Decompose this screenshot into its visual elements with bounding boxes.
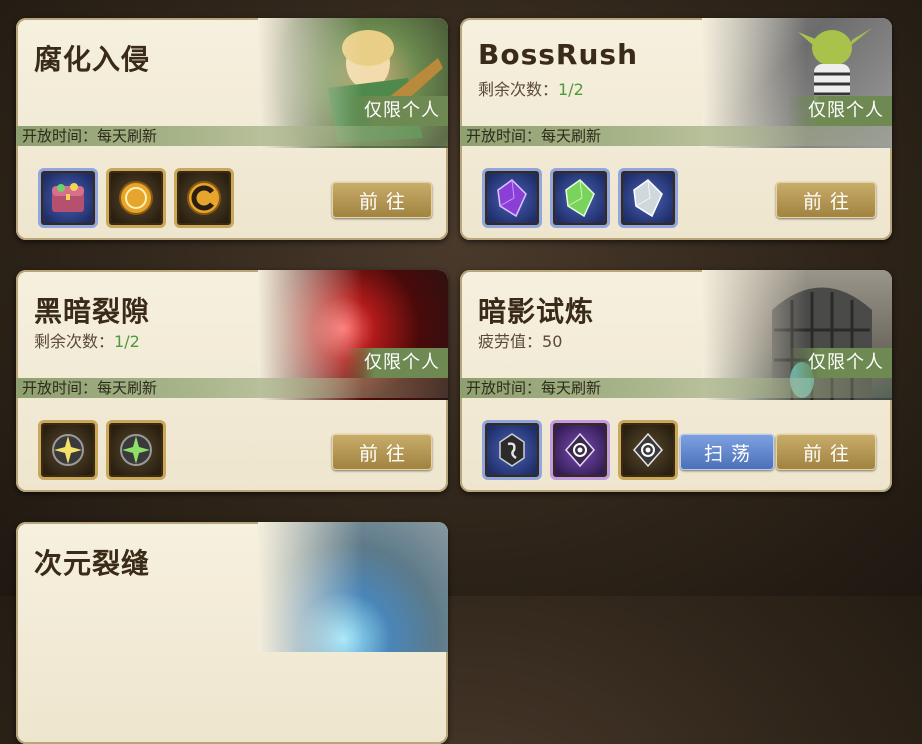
sweep-button[interactable]: 扫荡 <box>680 434 774 470</box>
activity-card-corruption-invasion: 腐化入侵 仅限个人 开放时间：每天刷新 前往 <box>16 18 448 240</box>
gold-coin-icon[interactable] <box>174 168 234 228</box>
remaining-count: 剩余次数：1/2 <box>478 76 584 100</box>
go-button[interactable]: 前往 <box>332 434 432 470</box>
card-title: 黑暗裂隙 <box>34 295 151 328</box>
white-crystal-icon[interactable] <box>618 168 678 228</box>
activity-card-bossrush: BossRush 剩余次数：1/2 仅限个人 开放时间：每天刷新 前往 <box>460 18 892 240</box>
remaining-count: 剩余次数：1/2 <box>34 328 140 352</box>
fatigue-number: 50 <box>542 332 563 351</box>
solo-only-tag: 仅限个人 <box>788 348 892 378</box>
reward-icons <box>482 168 678 228</box>
solo-only-tag: 仅限个人 <box>788 96 892 126</box>
green-crystal-icon[interactable] <box>550 168 610 228</box>
solo-only-tag: 仅限个人 <box>344 348 448 378</box>
open-time-text: 开放时间：每天刷新 <box>16 378 448 398</box>
activity-card-shadow-trial: 暗影试炼 疲劳值：50 仅限个人 开放时间：每天刷新 扫荡 前往 <box>460 270 892 492</box>
yellow-star-gem-icon[interactable] <box>38 420 98 480</box>
eye-emblem-icon[interactable] <box>618 420 678 480</box>
card-title: 次元裂缝 <box>34 547 151 580</box>
go-button[interactable]: 前往 <box>776 182 876 218</box>
reward-icons <box>38 168 234 228</box>
reward-icons <box>482 420 678 480</box>
open-time-text: 开放时间：每天刷新 <box>460 378 892 398</box>
activity-card-dimension-rift: 次元裂缝 <box>16 522 448 744</box>
reward-icons <box>38 420 234 480</box>
eye-emblem-icon[interactable] <box>550 420 610 480</box>
card-title: BossRush <box>478 38 639 71</box>
card-title: 腐化入侵 <box>34 43 151 76</box>
solo-only-tag: 仅限个人 <box>344 96 448 126</box>
card-art-portal <box>258 522 448 652</box>
gold-coin-icon[interactable] <box>106 168 166 228</box>
remaining-count-label: 剩余次数： <box>34 332 115 351</box>
go-button[interactable]: 前往 <box>776 434 876 470</box>
remaining-count-label: 剩余次数： <box>478 80 559 99</box>
purple-crystal-icon[interactable] <box>482 168 542 228</box>
card-title: 暗影试炼 <box>478 295 595 328</box>
open-time-text: 开放时间：每天刷新 <box>16 126 448 146</box>
green-star-gem-icon[interactable] <box>106 420 166 480</box>
fatigue-label: 疲劳值： <box>478 332 543 351</box>
remaining-count-value: 1/2 <box>114 332 140 351</box>
remaining-count-value: 1/2 <box>558 80 584 99</box>
fatigue-value: 疲劳值：50 <box>478 328 562 352</box>
dark-emblem-icon[interactable] <box>482 420 542 480</box>
go-button[interactable]: 前往 <box>332 182 432 218</box>
treasure-chest-icon[interactable] <box>38 168 98 228</box>
open-time-text: 开放时间：每天刷新 <box>460 126 892 146</box>
activity-card-dark-rift: 黑暗裂隙 剩余次数：1/2 仅限个人 开放时间：每天刷新 前往 <box>16 270 448 492</box>
